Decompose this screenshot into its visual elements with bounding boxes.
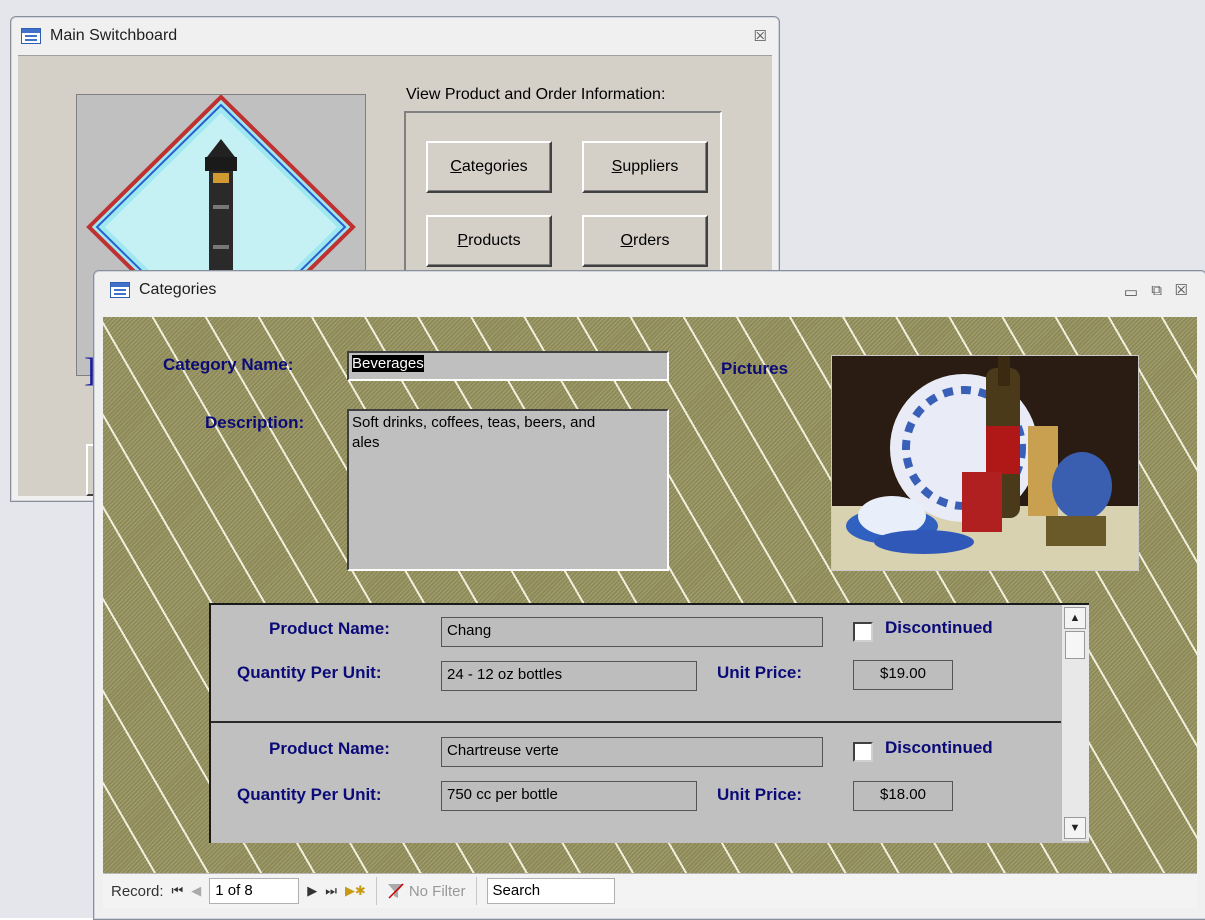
categories-title: Categories bbox=[139, 281, 217, 298]
categories-titlebar[interactable]: Categories ▭ ⧉ ☒ bbox=[94, 271, 1205, 309]
categories-button-label: Categories bbox=[450, 158, 528, 175]
suppliers-button[interactable]: Suppliers bbox=[582, 141, 708, 193]
description-label: Description: bbox=[205, 413, 305, 432]
record-navigation-bar: Record: ⏮ ◀ 1 of 8 ▶ ⏭ ▶✱ No Filter Sear… bbox=[103, 873, 1197, 908]
record-label: Record: bbox=[111, 882, 164, 900]
quantity-per-unit-field[interactable]: 750 cc per bottle bbox=[441, 781, 697, 811]
form-icon bbox=[110, 282, 130, 298]
scroll-down-icon[interactable]: ▼ bbox=[1064, 817, 1086, 839]
scroll-thumb[interactable] bbox=[1065, 631, 1085, 659]
discontinued-label: Discontinued bbox=[885, 738, 993, 757]
category-name-value: Beverages bbox=[352, 355, 424, 372]
switchboard-group-label: View Product and Order Information: bbox=[406, 86, 666, 103]
unit-price-label: Unit Price: bbox=[717, 785, 803, 804]
quantity-per-unit-label: Quantity Per Unit: bbox=[237, 663, 382, 682]
unit-price-label: Unit Price: bbox=[717, 663, 803, 682]
product-record: Product Name: Chang Discontinued Quantit… bbox=[211, 605, 1061, 723]
nav-separator bbox=[375, 877, 377, 905]
discontinued-label: Discontinued bbox=[885, 618, 993, 637]
categories-form: Category Name: Beverages Description: So… bbox=[103, 317, 1197, 873]
switchboard-titlebar[interactable]: Main Switchboard ☒ bbox=[11, 17, 779, 55]
next-record-icon[interactable]: ▶ bbox=[307, 883, 317, 899]
close-icon[interactable]: ☒ bbox=[1175, 281, 1188, 299]
orders-button-label: Orders bbox=[620, 232, 670, 249]
products-button[interactable]: Products bbox=[426, 215, 552, 267]
restore-icon[interactable]: ⧉ bbox=[1151, 282, 1162, 299]
close-icon[interactable]: ☒ bbox=[754, 27, 767, 45]
product-name-label: Product Name: bbox=[269, 619, 390, 638]
nav-separator bbox=[475, 877, 477, 905]
switchboard-title: Main Switchboard bbox=[50, 27, 178, 44]
orders-button[interactable]: Orders bbox=[582, 215, 708, 267]
record-position-field[interactable]: 1 of 8 bbox=[209, 878, 300, 904]
categories-window: Categories ▭ ⧉ ☒ Category Name: Beverage… bbox=[93, 270, 1205, 920]
product-name-field[interactable]: Chang bbox=[441, 617, 823, 647]
category-name-label: Category Name: bbox=[163, 355, 294, 374]
category-name-field[interactable]: Beverages bbox=[347, 351, 669, 381]
subform-scrollbar[interactable]: ▲ ▼ bbox=[1061, 605, 1089, 841]
unit-price-field[interactable]: $19.00 bbox=[853, 660, 953, 690]
product-name-label: Product Name: bbox=[269, 739, 390, 758]
quantity-per-unit-label: Quantity Per Unit: bbox=[237, 785, 382, 804]
categories-button[interactable]: Categories bbox=[426, 141, 552, 193]
category-picture bbox=[831, 355, 1139, 571]
no-filter-button[interactable]: No Filter bbox=[387, 883, 466, 900]
product-name-field[interactable]: Chartreuse verte bbox=[441, 737, 823, 767]
discontinued-checkbox[interactable] bbox=[853, 742, 873, 762]
quantity-per-unit-field[interactable]: 24 - 12 oz bottles bbox=[441, 661, 697, 691]
new-record-icon[interactable]: ▶✱ bbox=[345, 883, 366, 899]
previous-record-icon[interactable]: ◀ bbox=[191, 883, 201, 899]
product-record: Product Name: Chartreuse verte Discontin… bbox=[211, 723, 1061, 841]
description-field[interactable]: Soft drinks, coffees, teas, beers, and a… bbox=[347, 409, 669, 571]
pictures-label: Pictures bbox=[721, 359, 789, 378]
no-filter-label: No Filter bbox=[408, 882, 466, 900]
minimize-icon[interactable]: ▭ bbox=[1124, 283, 1138, 301]
suppliers-button-label: Suppliers bbox=[611, 158, 679, 175]
first-record-icon[interactable]: ⏮ bbox=[172, 883, 184, 899]
unit-price-field[interactable]: $18.00 bbox=[853, 781, 953, 811]
search-input[interactable]: Search bbox=[486, 878, 615, 904]
products-button-label: Products bbox=[457, 232, 521, 249]
form-icon bbox=[21, 28, 41, 44]
discontinued-checkbox[interactable] bbox=[853, 622, 873, 642]
scroll-up-icon[interactable]: ▲ bbox=[1064, 607, 1086, 629]
last-record-icon[interactable]: ⏭ bbox=[325, 883, 337, 899]
filter-icon bbox=[387, 883, 404, 899]
products-subform: Product Name: Chang Discontinued Quantit… bbox=[209, 603, 1089, 843]
